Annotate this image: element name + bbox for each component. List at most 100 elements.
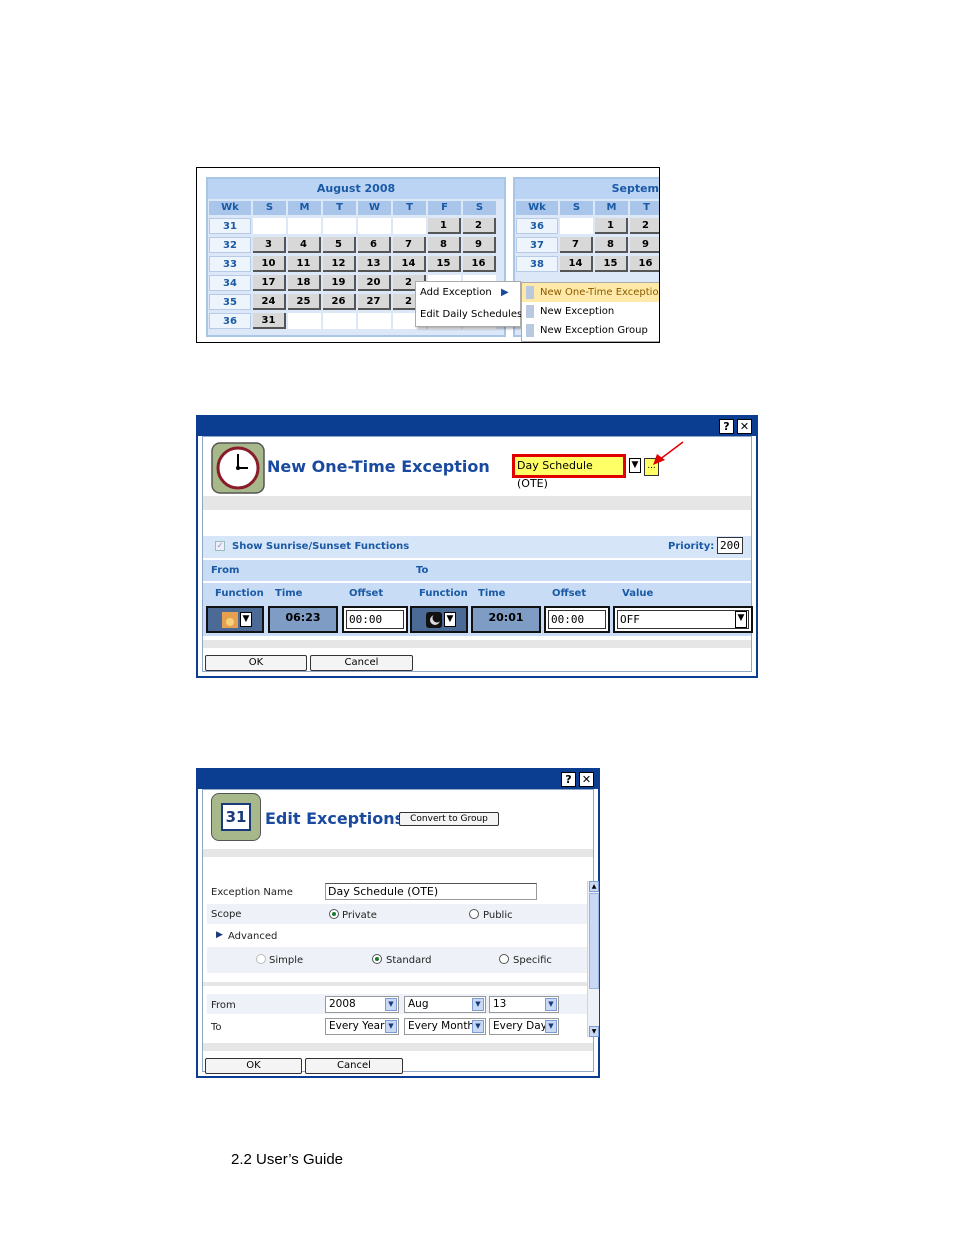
to-time-cell[interactable]: 20:01 [471, 606, 541, 633]
to-day-select[interactable]: Every Day ▼ [489, 1018, 559, 1035]
sunrise-checkbox[interactable]: ✓ [215, 541, 225, 551]
calendar-day[interactable]: 4 [288, 237, 321, 253]
chevron-down-icon[interactable]: ▼ [444, 612, 456, 627]
expand-triangle-icon[interactable]: ▶ [216, 930, 223, 940]
calendar-day[interactable]: 8 [595, 237, 628, 253]
calendar-day[interactable]: 2 [630, 218, 659, 234]
show-sunrise-label: Show Sunrise/Sunset Functions [232, 541, 410, 552]
calendar-day[interactable]: 12 [323, 256, 356, 272]
calendar-day[interactable]: 7 [560, 237, 593, 253]
calendar-day[interactable]: 27 [358, 294, 391, 310]
cancel-button[interactable]: Cancel [305, 1058, 403, 1074]
vertical-scrollbar[interactable]: ▲ ▼ [587, 881, 599, 1037]
from-year-select[interactable]: 2008 ▼ [325, 996, 399, 1013]
calendar-day[interactable]: 10 [253, 256, 286, 272]
calendar-icon: 31 [211, 793, 261, 841]
calendar-day[interactable]: 20 [358, 275, 391, 291]
mode-specific-radio[interactable] [499, 954, 509, 964]
scope-private-radio[interactable] [329, 909, 339, 919]
menu-item-new-one-time-exception[interactable]: New One-Time Exception [522, 283, 659, 302]
calendar-day[interactable]: 17 [253, 275, 286, 291]
menu-item-icon [526, 324, 534, 337]
column-header: Offset [552, 588, 587, 599]
separator-bar [203, 640, 751, 648]
week-number[interactable]: 31 [209, 218, 251, 234]
ok-button[interactable]: OK [205, 655, 307, 671]
convert-to-group-button[interactable]: Convert to Group [399, 812, 499, 826]
help-button[interactable]: ? [561, 772, 576, 787]
calendar-day[interactable]: 2 [463, 218, 496, 234]
calendar-day[interactable]: 9 [630, 237, 659, 253]
week-number[interactable]: 32 [209, 237, 251, 253]
scrollbar-thumb[interactable] [589, 893, 599, 989]
week-number[interactable]: 36 [209, 313, 251, 329]
calendar-day[interactable]: 31 [253, 313, 286, 329]
calendar-day[interactable]: 16 [463, 256, 496, 272]
calendar-day[interactable]: 5 [323, 237, 356, 253]
dialog-body: 31 Edit Exceptions Convert to Group Exce… [202, 789, 599, 1074]
calendar-day[interactable]: 7 [393, 237, 426, 253]
calendar-day[interactable]: 15 [595, 256, 628, 272]
calendar-day[interactable]: 1 [428, 218, 461, 234]
week-number[interactable]: 38 [516, 256, 558, 272]
month-title: Septem [515, 179, 659, 199]
chevron-down-icon[interactable]: ▼ [629, 458, 641, 473]
weekday-header: W [358, 201, 391, 215]
cancel-button[interactable]: Cancel [310, 655, 413, 671]
calendar-day[interactable]: 1 [595, 218, 628, 234]
week-number[interactable]: 36 [516, 218, 558, 234]
calendar-day[interactable]: 18 [288, 275, 321, 291]
scroll-down-icon[interactable]: ▼ [589, 1026, 599, 1037]
close-button[interactable]: ✕ [579, 772, 594, 787]
help-button[interactable]: ? [719, 419, 734, 434]
day-schedule-select[interactable]: Day Schedule (OTE) [512, 454, 626, 490]
from-month-select[interactable]: Aug ▼ [404, 996, 486, 1013]
calendar-day[interactable]: 16 [630, 256, 659, 272]
scope-row [207, 904, 587, 924]
chevron-down-icon[interactable]: ▼ [240, 612, 252, 627]
calendar-day[interactable]: 6 [358, 237, 391, 253]
ok-button[interactable]: OK [205, 1058, 302, 1074]
from-time-cell[interactable]: 06:23 [268, 606, 338, 633]
exception-name-input[interactable]: Day Schedule (OTE) [325, 883, 537, 900]
calendar-day[interactable]: 14 [393, 256, 426, 272]
calendar-day[interactable]: 13 [358, 256, 391, 272]
to-year-select[interactable]: Every Year ▼ [325, 1018, 399, 1035]
calendar-day[interactable]: 15 [428, 256, 461, 272]
to-function-cell[interactable]: ▼ [410, 606, 468, 633]
calendar-day[interactable]: 11 [288, 256, 321, 272]
value-select[interactable]: OFF [617, 610, 749, 629]
close-button[interactable]: ✕ [737, 419, 752, 434]
menu-item-add-exception[interactable]: Add Exception ▶ [416, 282, 520, 304]
calendar-day[interactable]: 25 [288, 294, 321, 310]
calendar-day[interactable]: 26 [323, 294, 356, 310]
from-day-select[interactable]: 13 ▼ [489, 996, 559, 1013]
menu-item-edit-daily-schedules[interactable]: Edit Daily Schedules [416, 304, 522, 326]
scope-public-radio[interactable] [469, 909, 479, 919]
column-header: Value [622, 588, 654, 599]
from-function-cell[interactable]: ▼ [206, 606, 264, 633]
mode-standard-radio[interactable] [372, 954, 382, 964]
calendar-day[interactable]: 3 [253, 237, 286, 253]
week-number[interactable]: 37 [516, 237, 558, 253]
calendar-day[interactable]: 14 [560, 256, 593, 272]
to-month-select[interactable]: Every Month ▼ [404, 1018, 486, 1035]
priority-input[interactable]: 200 [717, 537, 743, 554]
calendar-day[interactable]: 8 [428, 237, 461, 253]
weekday-header: S [463, 201, 496, 215]
column-header: Function [419, 588, 468, 599]
mode-simple-radio[interactable] [256, 954, 266, 964]
week-number[interactable]: 33 [209, 256, 251, 272]
calendar-day[interactable]: 19 [323, 275, 356, 291]
week-number[interactable]: 34 [209, 275, 251, 291]
chevron-down-icon[interactable]: ▼ [735, 611, 747, 628]
menu-item-new-exception-group[interactable]: New Exception Group [522, 321, 659, 340]
calendar-day[interactable]: 24 [253, 294, 286, 310]
week-number[interactable]: 35 [209, 294, 251, 310]
scroll-up-icon[interactable]: ▲ [589, 881, 599, 892]
advanced-toggle[interactable]: Advanced [228, 931, 277, 942]
menu-item-new-exception[interactable]: New Exception [522, 302, 659, 321]
calendar-day[interactable]: 9 [463, 237, 496, 253]
to-offset-input[interactable]: 00:00 [548, 610, 606, 629]
from-offset-input[interactable]: 00:00 [346, 610, 404, 629]
